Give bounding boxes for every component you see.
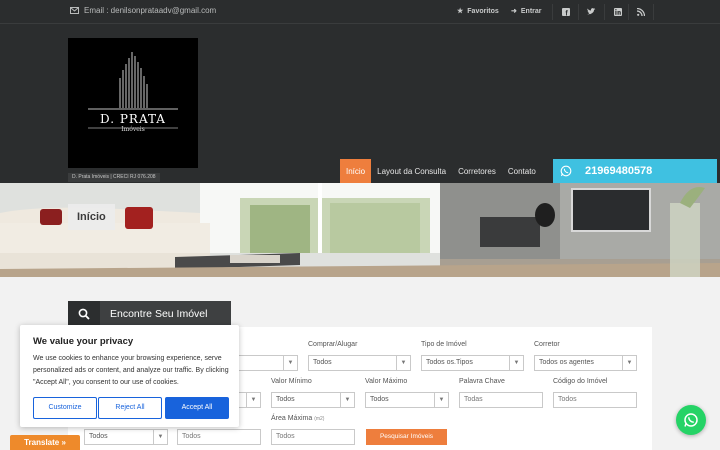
- chevron-down-icon: ▼: [246, 393, 260, 407]
- chevron-down-icon: ▼: [153, 430, 167, 444]
- search-icon: [68, 301, 100, 327]
- corretor-value: Todos os agentes: [539, 359, 594, 366]
- comprar-alugar-select[interactable]: Todos ▼: [308, 355, 411, 371]
- tipo-imovel-select[interactable]: Todos os.Tipos ▼: [421, 355, 524, 371]
- nav-item-inicio[interactable]: Início: [340, 159, 372, 183]
- chevron-down-icon: ▼: [434, 393, 448, 407]
- valor-minimo-value: Todos: [276, 396, 295, 403]
- living-room-image: [0, 183, 720, 277]
- corretor-label: Corretor: [534, 341, 560, 348]
- logo-caption: D. Prata Imóveis | CRECI RJ 076.208: [68, 173, 160, 182]
- palavra-chave-placeholder: Todas: [464, 396, 483, 403]
- tipo-imovel-label: Tipo de Imóvel: [421, 341, 467, 348]
- palavra-chave-label: Palavra Chave: [459, 378, 505, 385]
- main-nav: Início Layout da Consulta Corretores Con…: [340, 159, 542, 183]
- area-maxima-input[interactable]: Todos: [271, 429, 355, 445]
- site-logo[interactable]: D. PRATA Imóveis: [68, 38, 198, 168]
- valor-minimo-label: Valor Mínimo: [271, 378, 312, 385]
- entrar-label: Entrar: [520, 7, 542, 15]
- email-contact[interactable]: Email : denilsonprataadv@gmail.com: [70, 6, 216, 15]
- codigo-imovel-placeholder: Todos: [558, 396, 577, 403]
- codigo-imovel-input[interactable]: Todos: [553, 392, 637, 408]
- phone-number: 21969480578: [585, 165, 653, 177]
- customize-button[interactable]: Customize: [33, 397, 97, 419]
- comprar-alugar-value: Todos: [313, 359, 332, 366]
- cookie-title: We value your privacy: [33, 336, 134, 347]
- whatsapp-float-button[interactable]: [676, 405, 706, 435]
- linkedin-icon[interactable]: [604, 4, 630, 20]
- pesquisar-imoveis-button[interactable]: Pesquisar Imóveis: [366, 429, 447, 445]
- area-maxima-text: Área Máxima: [271, 415, 313, 422]
- rss-icon[interactable]: [628, 4, 654, 20]
- cookie-body: We use cookies to enhance your browsing …: [33, 355, 229, 386]
- whatsapp-icon: [684, 413, 698, 427]
- twitter-icon[interactable]: [578, 4, 604, 20]
- chevron-down-icon: ▼: [622, 356, 636, 370]
- email-text: Email : denilsonprataadv@gmail.com: [84, 6, 217, 15]
- hidden-select-row1[interactable]: ▼: [230, 355, 298, 371]
- accept-all-button[interactable]: Accept All: [165, 397, 229, 419]
- comprar-alugar-label: Comprar/Alugar: [308, 341, 358, 348]
- star-icon: ★: [457, 8, 464, 15]
- facebook-icon[interactable]: f: [552, 4, 578, 20]
- sign-in-icon: ➜: [511, 8, 517, 15]
- top-bar: Email : denilsonprataadv@gmail.com ★ Fav…: [0, 0, 720, 24]
- nav-item-contato[interactable]: Contato: [502, 159, 542, 183]
- row3-select-value: Todos: [89, 433, 108, 440]
- building-logo-icon: [88, 52, 178, 129]
- row3-select[interactable]: Todos ▼: [84, 429, 168, 445]
- cookie-consent-banner: We value your privacy We use cookies to …: [20, 325, 239, 427]
- envelope-icon: [70, 7, 79, 14]
- chevron-down-icon: ▼: [396, 356, 410, 370]
- chevron-down-icon: ▼: [509, 356, 523, 370]
- page-hero-banner: Início: [0, 183, 720, 277]
- area-maxima-placeholder: Todos: [276, 433, 295, 440]
- chevron-down-icon: ▼: [340, 393, 354, 407]
- nav-item-layout-da-consulta[interactable]: Layout da Consulta: [371, 159, 452, 183]
- entrar-link[interactable]: ➜ Entrar: [511, 7, 542, 16]
- search-tab-label: Encontre Seu Imóvel: [110, 308, 208, 320]
- tipo-imovel-value: Todos os.Tipos: [426, 359, 473, 366]
- whatsapp-icon: [553, 159, 579, 183]
- area-unit: (m2): [314, 416, 325, 422]
- translate-button[interactable]: Translate »: [10, 435, 80, 450]
- whatsapp-phone-button[interactable]: 21969480578: [553, 159, 717, 183]
- nav-item-corretores[interactable]: Corretores: [452, 159, 502, 183]
- codigo-imovel-label: Código do Imóvel: [553, 378, 608, 385]
- favoritos-link[interactable]: ★ Favoritos: [457, 7, 499, 16]
- area-maxima-label: Área Máxima (m2): [271, 415, 324, 422]
- palavra-chave-input[interactable]: Todas: [459, 392, 543, 408]
- row3-input-placeholder: Todos: [182, 433, 201, 440]
- logo-subtitle: Imóveis: [121, 126, 145, 133]
- valor-maximo-value: Todos: [370, 396, 389, 403]
- corretor-select[interactable]: Todos os agentes ▼: [534, 355, 637, 371]
- logo-brand: D. PRATA: [100, 112, 166, 126]
- search-tab[interactable]: Encontre Seu Imóvel: [68, 301, 231, 327]
- valor-maximo-label: Valor Máximo: [365, 378, 408, 385]
- valor-minimo-select[interactable]: Todos ▼: [271, 392, 355, 408]
- favoritos-label: Favoritos: [467, 7, 499, 15]
- reject-all-button[interactable]: Reject All: [98, 397, 162, 419]
- chevron-down-icon: ▼: [283, 356, 297, 370]
- site-header: D. PRATA Imóveis D. Prata Imóveis | CREC…: [0, 24, 720, 183]
- valor-maximo-select[interactable]: Todos ▼: [365, 392, 449, 408]
- page-title: Início: [68, 204, 115, 230]
- row3-input[interactable]: Todos: [177, 429, 261, 445]
